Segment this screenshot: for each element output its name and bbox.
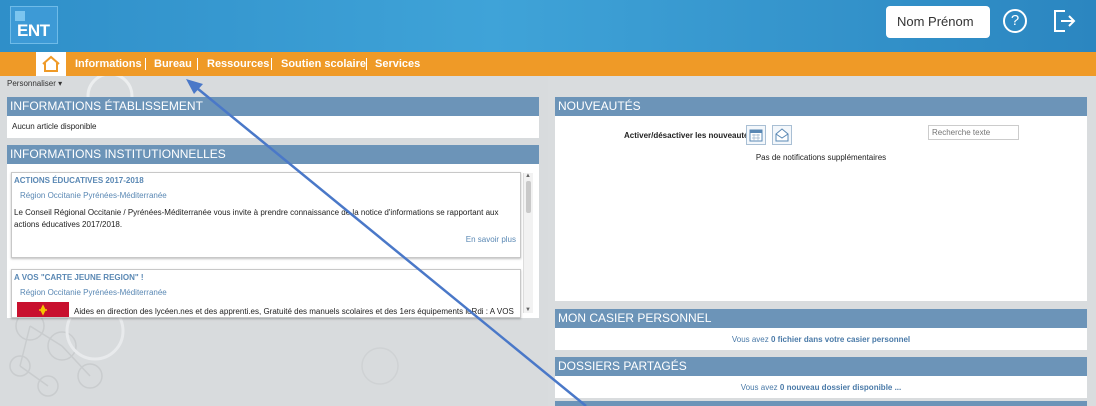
dossiers-count-link[interactable]: 0 nouveau dossier disponible ... (780, 383, 901, 392)
dossiers-summary[interactable]: Vous avez 0 nouveau dossier disponible .… (555, 383, 1087, 392)
nav-separator (271, 58, 272, 70)
casier-summary[interactable]: Vous avez 0 fichier dans votre casier pe… (555, 335, 1087, 344)
article-text: Le Conseil Régional Occitanie / Pyrénées… (14, 208, 499, 217)
mail-icon (775, 128, 789, 142)
casier-count-link[interactable]: 0 fichier dans votre casier personnel (771, 335, 910, 344)
nouveautes-header: NOUVEAUTÉS (555, 97, 1087, 116)
dossiers-prefix: Vous avez (740, 383, 780, 392)
article-text: actions éducatives 2017/2018. (14, 220, 123, 229)
dossiers-header: DOSSIERS PARTAGÉS (555, 357, 1087, 376)
scroll-down-arrow-icon[interactable]: ▼ (525, 307, 531, 313)
nav-item-bureau[interactable]: Bureau (154, 52, 192, 76)
calendar-toggle-button[interactable] (746, 125, 766, 145)
article-card[interactable]: ACTIONS ÉDUCATIVES 2017-2018 Région Occi… (11, 172, 521, 258)
nav-item-informations[interactable]: Informations (75, 52, 142, 76)
casier-prefix: Vous avez (731, 335, 771, 344)
toggle-nouveautes-label: Activer/désactiver les nouveautés (624, 131, 753, 140)
home-button[interactable] (36, 52, 66, 76)
mail-toggle-button[interactable] (772, 125, 792, 145)
article-card[interactable]: A VOS "CARTE JEUNE REGION" ! Région Occi… (11, 269, 521, 318)
occitan-cross-icon (39, 304, 47, 316)
article-text: Aides en direction des lycéen.nes et des… (74, 307, 514, 316)
casier-header: MON CASIER PERSONNEL (555, 309, 1087, 328)
article-source: Région Occitanie Pyrénées-Méditerranée (20, 191, 167, 200)
nouveautes-body: Activer/désactiver les nouveautés Pas de… (555, 116, 1087, 301)
article-source: Région Occitanie Pyrénées-Méditerranée (20, 288, 167, 297)
logout-icon[interactable] (1052, 8, 1076, 34)
casier-body: Vous avez 0 fichier dans votre casier pe… (555, 328, 1087, 350)
main-nav: Informations Bureau Ressources Soutien s… (0, 52, 1096, 76)
search-text-input[interactable] (928, 125, 1019, 140)
personnaliser-menu[interactable]: Personnaliser ▾ (7, 79, 62, 88)
nav-separator (366, 58, 367, 70)
info-institutionnelles-header: INFORMATIONS INSTITUTIONNELLES (7, 145, 539, 164)
article-title[interactable]: ACTIONS ÉDUCATIVES 2017-2018 (14, 176, 144, 185)
user-name-button[interactable]: Nom Prénom (886, 6, 990, 38)
nav-separator (197, 58, 198, 70)
en-savoir-plus-link[interactable]: En savoir plus (466, 235, 516, 244)
dossiers-body: Vous avez 0 nouveau dossier disponible .… (555, 376, 1087, 398)
info-etablissement-header: INFORMATIONS ÉTABLISSEMENT (7, 97, 539, 116)
nav-item-soutien-scolaire[interactable]: Soutien scolaire (281, 52, 366, 76)
article-title[interactable]: A VOS "CARTE JEUNE REGION" ! (14, 273, 144, 282)
next-panel-header-edge (555, 401, 1087, 406)
info-etablissement-body: Aucun article disponible (7, 116, 539, 138)
home-icon (42, 55, 60, 72)
nav-item-services[interactable]: Services (375, 52, 420, 76)
help-icon[interactable]: ? (1003, 9, 1027, 33)
logo-mark (15, 11, 25, 21)
region-flag-image (17, 302, 69, 317)
empty-articles-text: Aucun article disponible (12, 122, 97, 131)
no-notifications-text: Pas de notifications supplémentaires (755, 153, 887, 162)
top-header: ENT Nom Prénom ? (0, 0, 1096, 52)
scroll-thumb[interactable] (526, 181, 531, 213)
nav-separator (145, 58, 146, 70)
ent-logo[interactable]: ENT (10, 6, 58, 44)
articles-scrollbar[interactable]: ▲ ▼ (523, 173, 533, 313)
scroll-up-arrow-icon[interactable]: ▲ (525, 173, 531, 179)
logo-text: ENT (17, 21, 50, 40)
nav-item-ressources[interactable]: Ressources (207, 52, 269, 76)
calendar-icon (749, 129, 763, 142)
